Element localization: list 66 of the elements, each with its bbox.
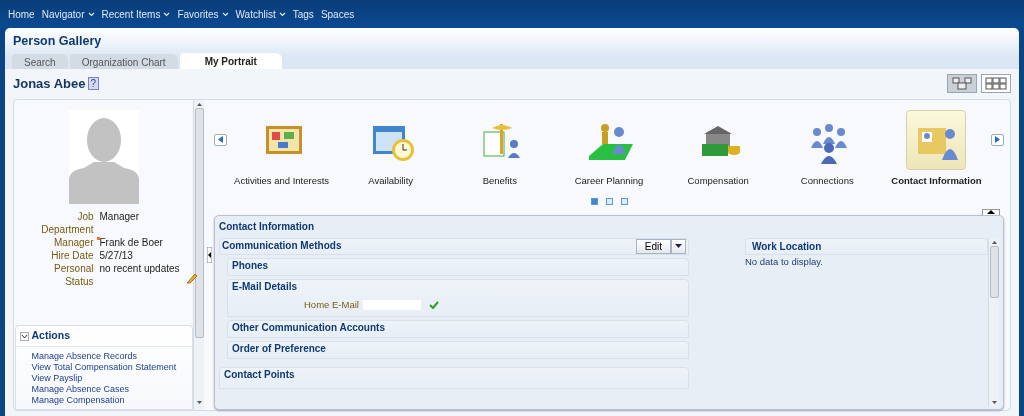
carousel-item[interactable]: Career Planning (554, 109, 664, 188)
menu-link[interactable]: Navigator (41, 6, 95, 22)
next-button[interactable] (991, 133, 1004, 146)
triangle-right-icon (994, 136, 1001, 144)
profile-silhouette-icon (68, 109, 139, 204)
action-link[interactable]: View Total Compensation Statement (31, 362, 177, 373)
carousel-item[interactable]: Activities and Interests (227, 109, 337, 188)
section-title: Other Communication Accounts (232, 320, 386, 335)
section-title: Order of Preference (232, 341, 327, 356)
scroll-down-icon[interactable] (195, 398, 203, 406)
page-indicator[interactable] (620, 198, 628, 206)
page-indicator[interactable] (605, 198, 613, 206)
field-label: Department (40, 222, 94, 236)
menu-link[interactable]: Recent Items (101, 6, 171, 22)
menu-link[interactable]: Favorites (177, 6, 229, 22)
view-toggle-button[interactable] (947, 74, 977, 94)
collapse-pane-icon[interactable] (206, 246, 212, 263)
previous-button[interactable] (214, 133, 227, 146)
menu-link[interactable]: Tags (292, 6, 314, 22)
section-title: Phones (232, 258, 270, 273)
hierarchy-icon (952, 77, 972, 91)
tab[interactable]: Organization Chart (69, 53, 178, 69)
action-link[interactable]: View Payslip (31, 373, 83, 384)
field-value: Frank de Boer (99, 235, 163, 249)
carousel-item[interactable]: Contact Information (881, 109, 991, 188)
caret-icon (675, 244, 682, 249)
field-label: Manager (53, 235, 94, 249)
tab[interactable]: My Portrait (179, 52, 282, 69)
section-title: E-Mail Details (232, 279, 299, 294)
pencil-icon[interactable] (185, 271, 198, 284)
carousel-item[interactable]: Compensation (663, 109, 773, 188)
menu-link[interactable]: Watchlist (235, 6, 286, 22)
carousel-item[interactable]: Benefits (445, 109, 555, 188)
scroll-down-icon[interactable] (990, 398, 998, 406)
field-label: Personal Status (53, 261, 94, 288)
action-link[interactable]: Manage Absence Records (31, 351, 138, 362)
section-title: Actions (31, 328, 70, 344)
triangle-left-icon (217, 136, 224, 144)
menu-link[interactable]: Home (8, 6, 35, 22)
triangle-up-icon (987, 210, 995, 215)
carousel-item[interactable]: Availability (336, 109, 446, 188)
section-title: Contact Information (219, 219, 315, 234)
action-link[interactable]: Manage Compensation (31, 395, 125, 406)
empty-message: No data to display. (745, 254, 824, 269)
edit-button[interactable]: Edit (635, 238, 671, 254)
field-value: no recent updates (99, 261, 180, 275)
field-label: Job (76, 209, 94, 223)
section-title: Work Location (752, 240, 822, 252)
field-value: Manager (99, 209, 139, 223)
section-title: Contact Points (224, 367, 296, 382)
person-name: Jonas Abee (13, 75, 86, 93)
help-icon[interactable]: ? (87, 77, 100, 91)
section-title: Communication Methods (222, 239, 342, 254)
field-value: 5/27/13 (99, 248, 133, 262)
grid-icon (985, 77, 1007, 91)
page-title: Person Gallery (12, 33, 103, 50)
dropdown-button[interactable] (671, 238, 686, 254)
view-toggle-button[interactable] (981, 74, 1011, 94)
field-label: Home E-Mail (304, 297, 359, 312)
collapse-icon[interactable] (19, 331, 29, 341)
page-indicator[interactable] (590, 198, 598, 206)
carousel-item[interactable]: Connections (772, 109, 882, 188)
tab[interactable]: Search (12, 53, 68, 69)
menu-link[interactable]: Spaces (320, 6, 355, 22)
action-link[interactable]: Manage Absence Cases (31, 384, 130, 395)
field-label: Hire Date (50, 248, 94, 262)
